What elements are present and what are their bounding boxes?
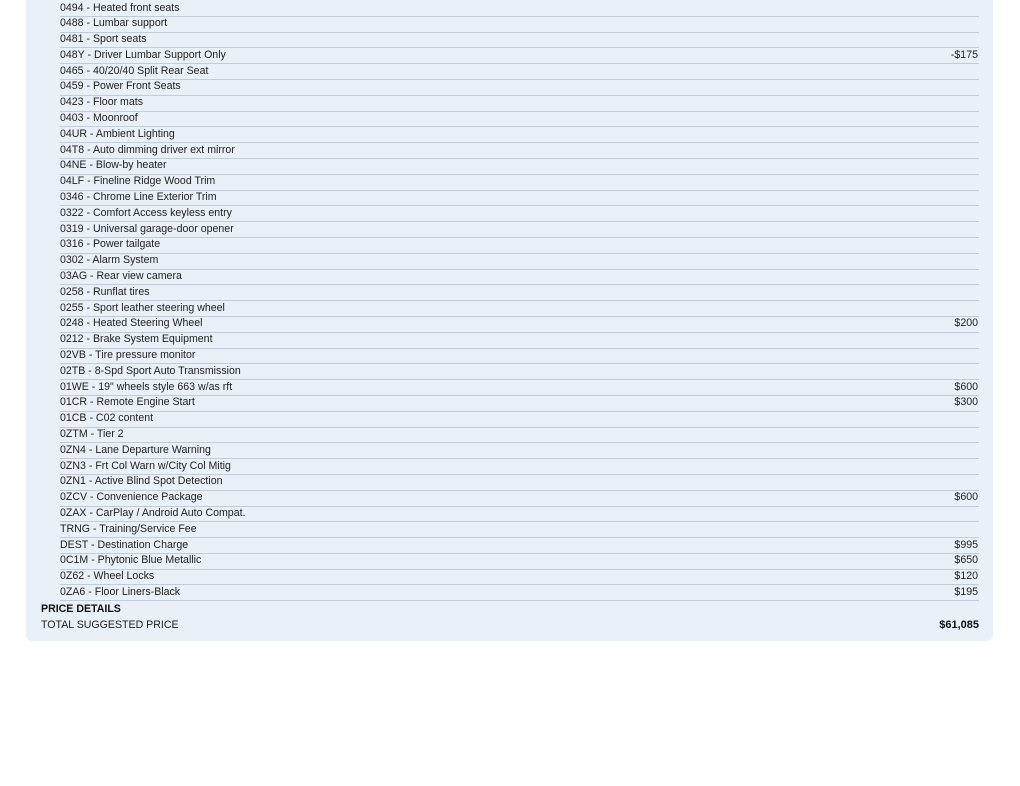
option-price: $120 (954, 570, 978, 583)
option-row: 02TB - 8-Spd Sport Auto Transmission (60, 364, 979, 381)
option-description: 0316 - Power tailgate (60, 238, 161, 251)
option-description: TRNG - Training/Service Fee (60, 522, 197, 535)
option-row: 0ZN1 - Active Blind Spot Detection (60, 475, 979, 491)
price-details-heading: PRICE DETAILS (41, 603, 121, 615)
option-description: DEST - Destination Charge (60, 538, 189, 551)
option-description: 0302 - Alarm System (60, 254, 159, 267)
option-row: 0212 - Brake System Equipment (60, 333, 979, 349)
option-description: 0C1M - Phytonic Blue Metallic (60, 554, 202, 567)
option-description: 04T8 - Auto dimming driver ext mirror (60, 143, 235, 156)
option-price: -$175 (950, 48, 978, 61)
options-list: 0494 - Heated front seats 0488 - Lumbar s… (60, 1, 979, 602)
option-row: 0322 - Comfort Access keyless entry (60, 206, 979, 223)
option-price: $200 (954, 317, 978, 330)
option-row: 0ZA6 - Floor Liners-Black $195 (60, 585, 979, 602)
option-row: 04T8 - Auto dimming driver ext mirror (60, 143, 979, 159)
option-description: 0423 - Floor mats (60, 96, 144, 109)
option-description: 0248 - Heated Steering Wheel (60, 317, 203, 330)
option-row: 04LF - Fineline Ridge Wood Trim (60, 175, 979, 191)
option-row: 04UR - Ambient Lighting (60, 127, 979, 144)
option-description: 0ZTM - Tier 2 (60, 428, 124, 441)
option-description: 0319 - Universal garage-door opener (60, 222, 234, 235)
option-row: 03AG - Rear view camera (60, 270, 979, 286)
option-row: 0Z62 - Wheel Locks $120 (60, 570, 979, 586)
option-description: 0459 - Power Front Seats (60, 80, 181, 93)
option-description: 0ZN3 - Frt Col Warn w/City Col Mitig (60, 459, 231, 472)
option-row: 0494 - Heated front seats (60, 1, 979, 17)
option-row: 0346 - Chrome Line Exterior Trim (60, 191, 979, 207)
option-description: 04UR - Ambient Lighting (60, 127, 175, 140)
option-row: 0255 - Sport leather steering wheel (60, 301, 979, 317)
option-description: 0ZAX - CarPlay / Android Auto Compat. (60, 507, 246, 519)
option-row: TRNG - Training/Service Fee (60, 522, 979, 539)
option-description: 0258 - Runflat tires (60, 285, 150, 298)
option-row: 0319 - Universal garage-door opener (60, 222, 979, 238)
option-row: 048Y - Driver Lumbar Support Only -$175 (60, 48, 979, 65)
total-price-label: TOTAL SUGGESTED PRICE (41, 619, 179, 631)
option-description: 0403 - Moonroof (60, 112, 138, 125)
option-row: 0302 - Alarm System (60, 254, 979, 270)
option-description: 0ZN1 - Active Blind Spot Detection (60, 475, 223, 488)
option-row: 0ZN4 - Lane Departure Warning (60, 443, 979, 460)
option-description: 048Y - Driver Lumbar Support Only (60, 48, 226, 61)
option-row: 0481 - Sport seats (60, 33, 979, 49)
option-row: 0248 - Heated Steering Wheel $200 (60, 317, 979, 333)
option-row: 0ZAX - CarPlay / Android Auto Compat. (60, 507, 979, 523)
option-description: 0255 - Sport leather steering wheel (60, 301, 225, 314)
total-price-value: $61,085 (939, 619, 979, 631)
option-row: 0C1M - Phytonic Blue Metallic $650 (60, 554, 979, 570)
option-row: 01CB - C02 content (60, 412, 979, 428)
option-description: 01CR - Remote Engine Start (60, 396, 195, 409)
option-description: 02VB - Tire pressure monitor (60, 349, 196, 362)
option-description: 0488 - Lumbar support (60, 17, 168, 30)
option-price: $650 (954, 554, 978, 567)
option-row: 0ZTM - Tier 2 (60, 428, 979, 444)
option-price: $195 (954, 585, 978, 598)
option-description: 0346 - Chrome Line Exterior Trim (60, 191, 217, 204)
option-row: 0ZCV - Convenience Package $600 (60, 491, 979, 507)
option-description: 0465 - 40/20/40 Split Rear Seat (60, 64, 209, 77)
total-price-row: TOTAL SUGGESTED PRICE $61,085 (41, 618, 979, 632)
option-row: 0423 - Floor mats (60, 96, 979, 112)
option-description: 0ZN4 - Lane Departure Warning (60, 443, 211, 456)
option-description: 0212 - Brake System Equipment (60, 333, 213, 346)
option-description: 01CB - C02 content (60, 412, 154, 425)
option-row: 0403 - Moonroof (60, 112, 979, 128)
option-description: 0ZA6 - Floor Liners-Black (60, 585, 181, 598)
option-row: 01CR - Remote Engine Start $300 (60, 396, 979, 412)
option-description: 01WE - 19" wheels style 663 w/as rft (60, 380, 233, 393)
option-description: 04NE - Blow-by heater (60, 159, 167, 172)
option-row: 0488 - Lumbar support (60, 17, 979, 33)
option-price: $995 (954, 538, 978, 551)
option-price: $600 (954, 380, 978, 393)
option-price: $300 (954, 396, 978, 409)
option-row: 0459 - Power Front Seats (60, 80, 979, 96)
option-price: $600 (954, 491, 978, 504)
option-row: 0ZN3 - Frt Col Warn w/City Col Mitig (60, 459, 979, 475)
option-row: 01WE - 19" wheels style 663 w/as rft $600 (60, 380, 979, 396)
option-description: 0322 - Comfort Access keyless entry (60, 206, 232, 219)
option-row: 04NE - Blow-by heater (60, 159, 979, 175)
option-description: 02TB - 8-Spd Sport Auto Transmission (60, 364, 241, 377)
option-description: 0ZCV - Convenience Package (60, 491, 203, 504)
option-row: 0258 - Runflat tires (60, 285, 979, 302)
option-description: 0481 - Sport seats (60, 33, 147, 46)
option-description: 04LF - Fineline Ridge Wood Trim (60, 175, 216, 188)
option-row: 0316 - Power tailgate (60, 238, 979, 254)
option-row: 02VB - Tire pressure monitor (60, 349, 979, 365)
option-description: 0Z62 - Wheel Locks (60, 570, 155, 583)
option-row: DEST - Destination Charge $995 (60, 538, 979, 554)
option-row: 0465 - 40/20/40 Split Rear Seat (60, 64, 979, 80)
option-description: 03AG - Rear view camera (60, 270, 182, 283)
option-description: 0494 - Heated front seats (60, 1, 180, 14)
